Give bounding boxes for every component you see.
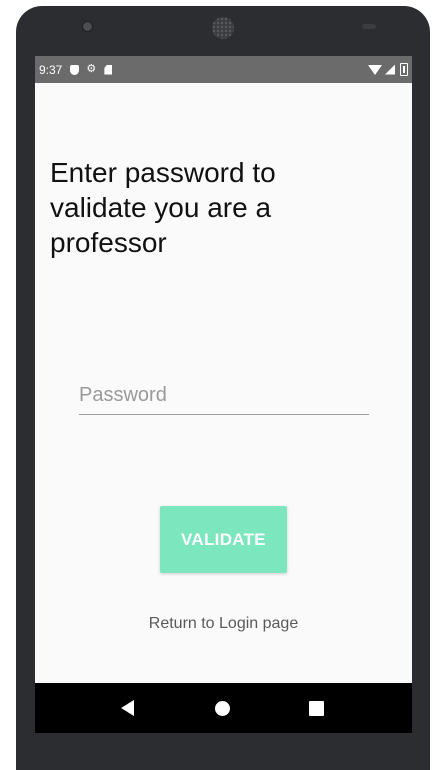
screen: 9:37 ⚙ Enter password to validate you ar… xyxy=(35,56,412,733)
shield-icon xyxy=(70,64,80,75)
validate-button[interactable]: VALIDATE xyxy=(160,506,287,573)
status-bar: 9:37 ⚙ xyxy=(35,56,412,83)
wifi-icon xyxy=(368,64,382,75)
camera-icon xyxy=(82,21,93,32)
status-time: 9:37 xyxy=(39,62,63,77)
return-to-login-link[interactable]: Return to Login page xyxy=(35,615,412,633)
proximity-sensor xyxy=(362,24,376,29)
signal-icon xyxy=(385,64,395,75)
status-right-icons xyxy=(368,63,408,76)
top-bezel xyxy=(16,6,430,52)
home-icon[interactable] xyxy=(215,701,230,716)
navigation-bar xyxy=(35,683,412,733)
gear-icon: ⚙ xyxy=(86,63,97,75)
password-input[interactable] xyxy=(79,381,369,415)
page-title: Enter password to validate you are a pro… xyxy=(50,157,276,258)
device-frame: 9:37 ⚙ Enter password to validate you ar… xyxy=(16,6,430,770)
sd-card-icon xyxy=(104,64,113,75)
back-icon[interactable] xyxy=(121,700,134,716)
battery-icon xyxy=(400,63,408,76)
speaker-grille xyxy=(212,17,234,39)
bottom-bezel xyxy=(16,733,430,770)
recents-icon[interactable] xyxy=(309,701,324,716)
